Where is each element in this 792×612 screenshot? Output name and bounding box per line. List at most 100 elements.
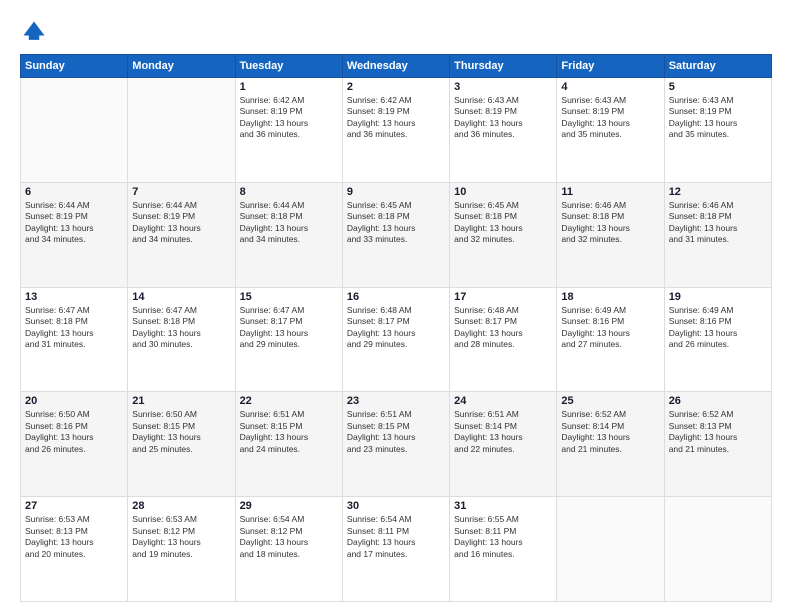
weekday-header-row: SundayMondayTuesdayWednesdayThursdayFrid… — [21, 55, 772, 78]
calendar-week-4: 20 Sunrise: 6:50 AM Sunset: 8:16 PM Dayli… — [21, 392, 772, 497]
day-info: Sunrise: 6:44 AM Sunset: 8:18 PM Dayligh… — [240, 200, 338, 246]
calendar-cell: 17 Sunrise: 6:48 AM Sunset: 8:17 PM Dayli… — [450, 287, 557, 392]
day-number: 13 — [25, 291, 123, 303]
day-info: Sunrise: 6:43 AM Sunset: 8:19 PM Dayligh… — [454, 95, 552, 141]
day-number: 16 — [347, 291, 445, 303]
calendar-cell: 12 Sunrise: 6:46 AM Sunset: 8:18 PM Dayli… — [664, 182, 771, 287]
day-number: 20 — [25, 395, 123, 407]
day-info: Sunrise: 6:45 AM Sunset: 8:18 PM Dayligh… — [454, 200, 552, 246]
calendar-cell: 22 Sunrise: 6:51 AM Sunset: 8:15 PM Dayli… — [235, 392, 342, 497]
day-number: 28 — [132, 500, 230, 512]
calendar-cell: 16 Sunrise: 6:48 AM Sunset: 8:17 PM Dayli… — [342, 287, 449, 392]
calendar-cell: 8 Sunrise: 6:44 AM Sunset: 8:18 PM Daylig… — [235, 182, 342, 287]
day-info: Sunrise: 6:43 AM Sunset: 8:19 PM Dayligh… — [669, 95, 767, 141]
day-info: Sunrise: 6:55 AM Sunset: 8:11 PM Dayligh… — [454, 514, 552, 560]
calendar-cell: 31 Sunrise: 6:55 AM Sunset: 8:11 PM Dayli… — [450, 497, 557, 602]
calendar-cell: 25Sunrise: 6:52 AM Sunset: 8:14 PM Dayli… — [557, 392, 664, 497]
calendar-cell: 1Sunrise: 6:42 AM Sunset: 8:19 PM Daylig… — [235, 78, 342, 183]
day-number: 8 — [240, 186, 338, 198]
day-info: Sunrise: 6:51 AM Sunset: 8:14 PM Dayligh… — [454, 409, 552, 455]
day-info: Sunrise: 6:44 AM Sunset: 8:19 PM Dayligh… — [132, 200, 230, 246]
day-info: Sunrise: 6:47 AM Sunset: 8:17 PM Dayligh… — [240, 305, 338, 351]
calendar-cell: 5 Sunrise: 6:43 AM Sunset: 8:19 PM Daylig… — [664, 78, 771, 183]
day-number: 5 — [669, 81, 767, 93]
calendar-cell — [557, 497, 664, 602]
calendar-cell: 30 Sunrise: 6:54 AM Sunset: 8:11 PM Dayli… — [342, 497, 449, 602]
header — [20, 18, 772, 46]
day-number: 30 — [347, 500, 445, 512]
calendar-cell: 19 Sunrise: 6:49 AM Sunset: 8:16 PM Dayli… — [664, 287, 771, 392]
day-info: Sunrise: 6:51 AM Sunset: 8:15 PM Dayligh… — [347, 409, 445, 455]
weekday-header-saturday: Saturday — [664, 55, 771, 78]
calendar-week-5: 27 Sunrise: 6:53 AM Sunset: 8:13 PM Dayli… — [21, 497, 772, 602]
calendar-cell: 2 Sunrise: 6:42 AM Sunset: 8:19 PM Daylig… — [342, 78, 449, 183]
day-info: Sunrise: 6:49 AM Sunset: 8:16 PM Dayligh… — [561, 305, 659, 351]
day-number: 22 — [240, 395, 338, 407]
weekday-header-sunday: Sunday — [21, 55, 128, 78]
day-number: 23 — [347, 395, 445, 407]
day-info: Sunrise: 6:52 AM Sunset: 8:13 PM Dayligh… — [669, 409, 767, 455]
logo — [20, 18, 52, 46]
weekday-header-tuesday: Tuesday — [235, 55, 342, 78]
calendar-cell: 9 Sunrise: 6:45 AM Sunset: 8:18 PM Daylig… — [342, 182, 449, 287]
day-info: Sunrise: 6:53 AM Sunset: 8:13 PM Dayligh… — [25, 514, 123, 560]
day-info: Sunrise: 6:49 AM Sunset: 8:16 PM Dayligh… — [669, 305, 767, 351]
calendar-cell: 7Sunrise: 6:44 AM Sunset: 8:19 PM Daylig… — [128, 182, 235, 287]
day-info: Sunrise: 6:48 AM Sunset: 8:17 PM Dayligh… — [454, 305, 552, 351]
day-number: 29 — [240, 500, 338, 512]
calendar-cell: 3 Sunrise: 6:43 AM Sunset: 8:19 PM Daylig… — [450, 78, 557, 183]
calendar-table: SundayMondayTuesdayWednesdayThursdayFrid… — [20, 54, 772, 602]
day-number: 6 — [25, 186, 123, 198]
day-info: Sunrise: 6:50 AM Sunset: 8:16 PM Dayligh… — [25, 409, 123, 455]
calendar-week-3: 13 Sunrise: 6:47 AM Sunset: 8:18 PM Dayli… — [21, 287, 772, 392]
day-number: 25 — [561, 395, 659, 407]
day-info: Sunrise: 6:43 AM Sunset: 8:19 PM Dayligh… — [561, 95, 659, 141]
calendar-cell: 24 Sunrise: 6:51 AM Sunset: 8:14 PM Dayli… — [450, 392, 557, 497]
calendar-week-2: 6 Sunrise: 6:44 AM Sunset: 8:19 PM Daylig… — [21, 182, 772, 287]
day-number: 2 — [347, 81, 445, 93]
day-number: 19 — [669, 291, 767, 303]
page: SundayMondayTuesdayWednesdayThursdayFrid… — [0, 0, 792, 612]
calendar-cell: 15 Sunrise: 6:47 AM Sunset: 8:17 PM Dayli… — [235, 287, 342, 392]
day-info: Sunrise: 6:54 AM Sunset: 8:11 PM Dayligh… — [347, 514, 445, 560]
calendar-cell: 18 Sunrise: 6:49 AM Sunset: 8:16 PM Dayli… — [557, 287, 664, 392]
day-number: 3 — [454, 81, 552, 93]
day-number: 10 — [454, 186, 552, 198]
day-number: 18 — [561, 291, 659, 303]
day-info: Sunrise: 6:51 AM Sunset: 8:15 PM Dayligh… — [240, 409, 338, 455]
calendar-cell: 11Sunrise: 6:46 AM Sunset: 8:18 PM Dayli… — [557, 182, 664, 287]
calendar-cell: 10 Sunrise: 6:45 AM Sunset: 8:18 PM Dayli… — [450, 182, 557, 287]
calendar-cell: 20 Sunrise: 6:50 AM Sunset: 8:16 PM Dayli… — [21, 392, 128, 497]
day-number: 9 — [347, 186, 445, 198]
logo-icon — [20, 18, 48, 46]
calendar-cell — [664, 497, 771, 602]
day-info: Sunrise: 6:48 AM Sunset: 8:17 PM Dayligh… — [347, 305, 445, 351]
day-info: Sunrise: 6:45 AM Sunset: 8:18 PM Dayligh… — [347, 200, 445, 246]
day-info: Sunrise: 6:47 AM Sunset: 8:18 PM Dayligh… — [25, 305, 123, 351]
day-info: Sunrise: 6:54 AM Sunset: 8:12 PM Dayligh… — [240, 514, 338, 560]
day-info: Sunrise: 6:46 AM Sunset: 8:18 PM Dayligh… — [669, 200, 767, 246]
day-number: 1 — [240, 81, 338, 93]
calendar-cell: 4Sunrise: 6:43 AM Sunset: 8:19 PM Daylig… — [557, 78, 664, 183]
day-number: 24 — [454, 395, 552, 407]
day-number: 26 — [669, 395, 767, 407]
calendar-cell: 6 Sunrise: 6:44 AM Sunset: 8:19 PM Daylig… — [21, 182, 128, 287]
day-number: 17 — [454, 291, 552, 303]
day-number: 31 — [454, 500, 552, 512]
weekday-header-wednesday: Wednesday — [342, 55, 449, 78]
day-info: Sunrise: 6:42 AM Sunset: 8:19 PM Dayligh… — [347, 95, 445, 141]
day-info: Sunrise: 6:44 AM Sunset: 8:19 PM Dayligh… — [25, 200, 123, 246]
calendar-cell: 29 Sunrise: 6:54 AM Sunset: 8:12 PM Dayli… — [235, 497, 342, 602]
day-number: 21 — [132, 395, 230, 407]
calendar-cell: 21Sunrise: 6:50 AM Sunset: 8:15 PM Dayli… — [128, 392, 235, 497]
calendar-cell — [128, 78, 235, 183]
day-number: 11 — [561, 186, 659, 198]
day-number: 14 — [132, 291, 230, 303]
weekday-header-thursday: Thursday — [450, 55, 557, 78]
calendar-cell: 14Sunrise: 6:47 AM Sunset: 8:18 PM Dayli… — [128, 287, 235, 392]
calendar-cell — [21, 78, 128, 183]
calendar-cell: 26 Sunrise: 6:52 AM Sunset: 8:13 PM Dayli… — [664, 392, 771, 497]
day-number: 12 — [669, 186, 767, 198]
day-number: 15 — [240, 291, 338, 303]
day-number: 27 — [25, 500, 123, 512]
